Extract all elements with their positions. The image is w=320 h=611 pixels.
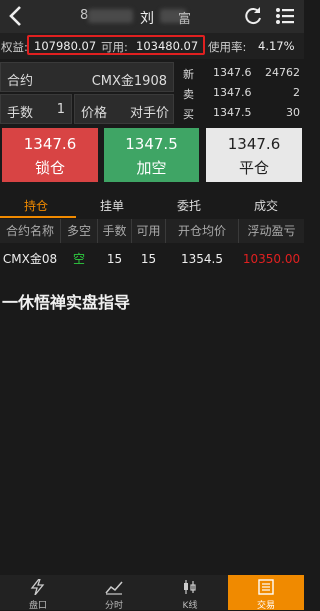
- add-short-label: 加空: [136, 159, 167, 177]
- tab-pending[interactable]: 挂单: [100, 197, 124, 214]
- close-position-button[interactable]: 1347.6 平仓: [206, 128, 302, 182]
- back-arrow-icon[interactable]: [6, 4, 26, 28]
- usage-value: 4.17%: [258, 39, 295, 53]
- account-name-end: 富: [178, 12, 192, 27]
- quote-label: 卖: [183, 88, 194, 101]
- price-value: 对手价: [129, 106, 169, 121]
- qty-field[interactable]: 手数 1: [0, 94, 72, 124]
- quote-price: 1347.5: [213, 106, 252, 119]
- positions-table-header: 合约名称 多空 手数 可用 开仓均价 浮动盈亏: [0, 219, 304, 243]
- qty-value: 1: [56, 102, 65, 117]
- bottom-nav: 盘口 分时 K线 交易: [0, 575, 304, 611]
- quote-label: 新: [183, 68, 194, 81]
- row-avg-price: 1354.5: [181, 252, 223, 266]
- nav-kline[interactable]: K线: [152, 575, 228, 611]
- quote-row: 买 1347.5 30: [177, 105, 304, 121]
- order-form: 合约 CMX金1908 手数 1 价格 对手价: [0, 60, 175, 124]
- nav-timeshare[interactable]: 分时: [76, 575, 152, 611]
- contract-selector[interactable]: 合约 CMX金1908: [0, 62, 174, 92]
- available-value: 103480.07: [136, 39, 199, 53]
- quote-label: 买: [183, 108, 194, 121]
- tab-bar: 持仓 挂单 委托 成交: [0, 193, 304, 217]
- usage-label: 使用率:: [208, 40, 247, 54]
- nav-orderbook-label: 盘口: [28, 601, 47, 611]
- quote-price: 1347.6: [213, 86, 252, 99]
- active-tab-underline: [0, 216, 76, 218]
- row-side: 空: [72, 252, 85, 266]
- available-label: 可用:: [101, 40, 128, 54]
- refresh-icon[interactable]: [243, 6, 263, 26]
- contract-label: 合约: [7, 74, 34, 89]
- nav-orderbook[interactable]: 盘口: [0, 575, 76, 611]
- watermark-text: 一休悟禅实盘指导: [2, 293, 131, 312]
- equity-label: 权益:: [1, 40, 28, 54]
- line-chart-icon: [105, 581, 123, 595]
- qty-label: 手数: [7, 106, 34, 121]
- quote-volume: 24762: [265, 66, 300, 79]
- candlestick-icon: [184, 580, 196, 594]
- row-contract: CMX金08: [2, 252, 58, 266]
- nav-timeshare-label: 分时: [104, 601, 123, 611]
- add-short-button[interactable]: 1347.5 加空: [104, 128, 199, 182]
- quote-row: 卖 1347.6 2: [177, 85, 304, 101]
- top-bar: 8 刘 富: [0, 0, 304, 33]
- col-avail: 可用: [132, 219, 166, 243]
- col-pnl: 浮动盈亏: [247, 224, 296, 238]
- quote-volume: 30: [286, 106, 300, 119]
- nav-trade-label: 交易: [256, 601, 275, 611]
- col-qty: 手数: [98, 219, 132, 243]
- close-label: 平仓: [238, 159, 269, 177]
- lightning-icon: [30, 579, 45, 595]
- add-short-price: 1347.5: [125, 135, 178, 153]
- trade-list-icon: [258, 579, 274, 595]
- contract-value: CMX金1908: [91, 74, 167, 89]
- lock-price: 1347.6: [23, 135, 77, 153]
- row-pnl: 10350.00: [242, 252, 301, 266]
- menu-icon[interactable]: [275, 7, 295, 25]
- col-avg-price: 开仓均价: [166, 219, 239, 243]
- lock-position-button[interactable]: 1347.6 锁仓: [2, 128, 98, 182]
- quote-row: 新 1347.6 24762: [177, 65, 304, 81]
- quote-volume: 2: [293, 86, 300, 99]
- table-row[interactable]: CMX金08 空 15 15 1354.5 10350.00: [0, 246, 304, 272]
- row-qty: 15: [106, 252, 123, 266]
- quote-price: 1347.6: [213, 66, 252, 79]
- price-label: 价格: [81, 106, 108, 121]
- col-side: 多空: [61, 219, 98, 243]
- price-field[interactable]: 价格 对手价: [74, 94, 174, 124]
- account-status: 权益: 107980.07 可用: 103480.07 使用率: 4.17%: [0, 33, 304, 59]
- nav-trade[interactable]: 交易: [228, 575, 304, 611]
- quote-panel: 新 1347.6 24762 卖 1347.6 2 买 1347.5 30: [177, 60, 304, 124]
- lock-label: 锁仓: [34, 159, 65, 177]
- nav-kline-label: K线: [182, 601, 198, 611]
- tab-orders[interactable]: 委托: [177, 197, 201, 214]
- redacted-account: [88, 9, 133, 23]
- equity-value: 107980.07: [34, 39, 97, 53]
- tab-positions[interactable]: 持仓: [24, 197, 48, 214]
- account-name: 刘: [140, 11, 154, 27]
- col-contract: 合约名称: [0, 219, 61, 243]
- tab-fills[interactable]: 成交: [254, 197, 278, 214]
- row-avail: 15: [140, 252, 157, 266]
- close-price: 1347.6: [227, 135, 281, 153]
